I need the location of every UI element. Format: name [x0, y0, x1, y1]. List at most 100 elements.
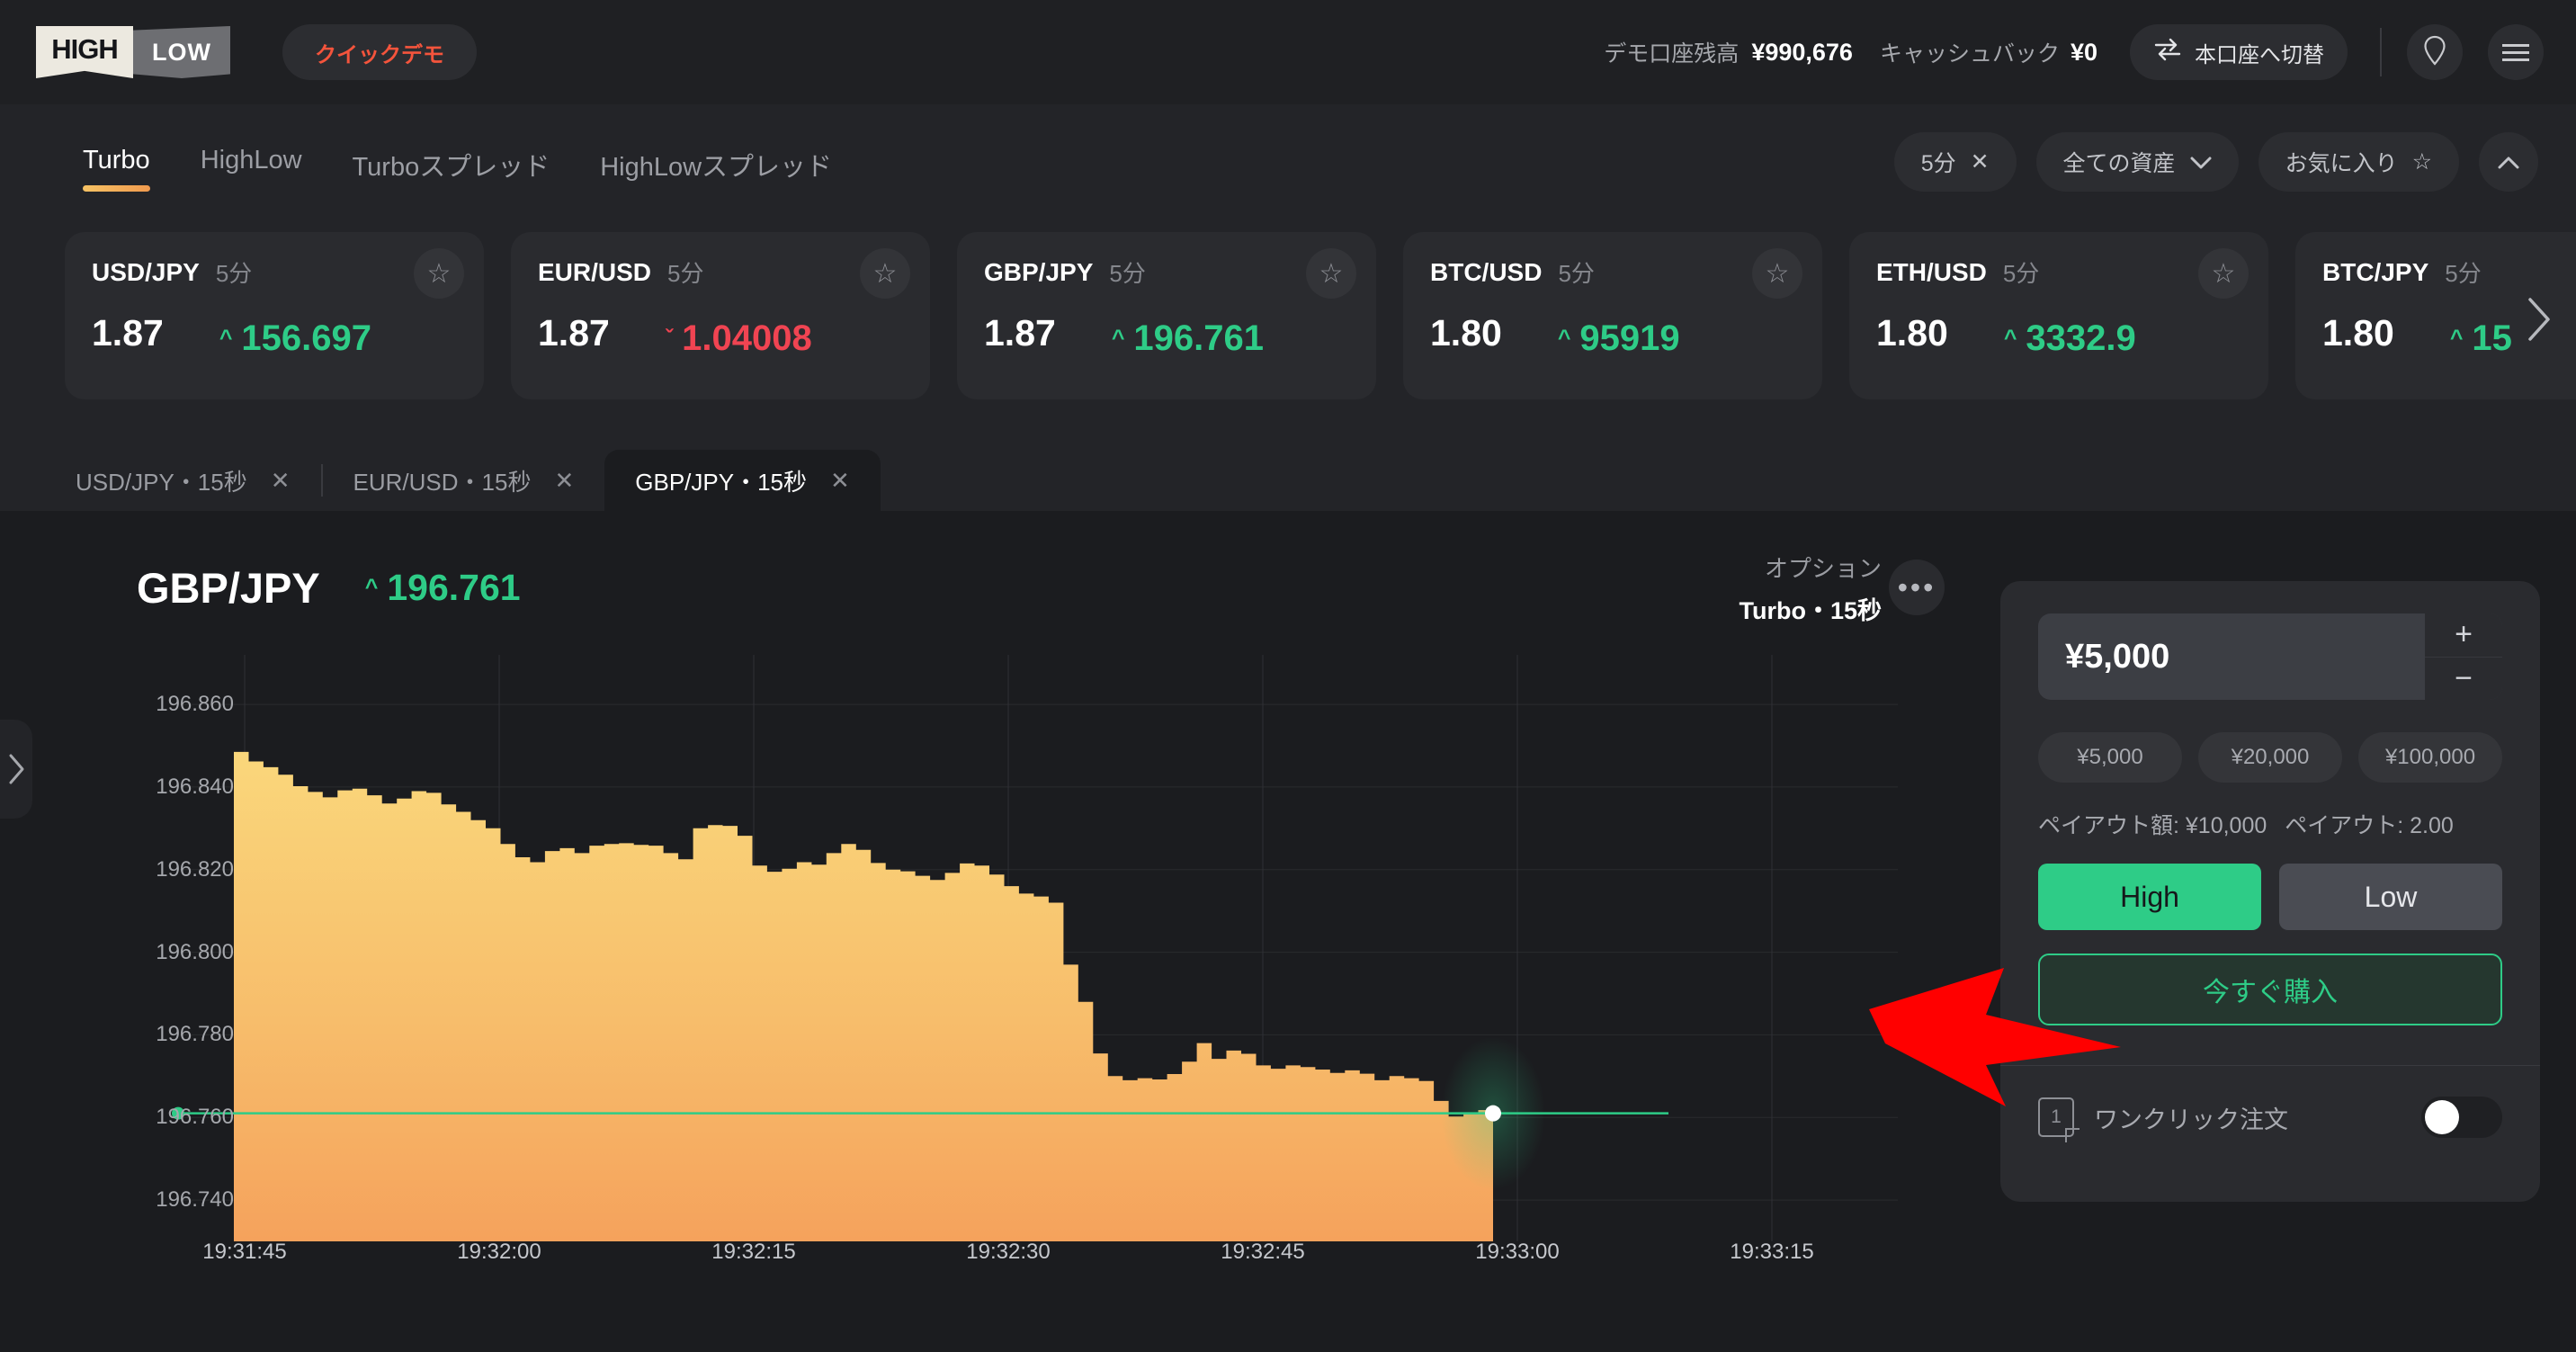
highlow-logo: HIGH LOW — [36, 26, 230, 78]
close-icon[interactable]: ✕ — [271, 467, 291, 495]
asset-name: ETH/USD — [1876, 257, 1987, 286]
asset-price-value: 3332.9 — [2026, 318, 2136, 358]
x-axis-tick: 19:33:15 — [1730, 1240, 1814, 1264]
asset-price: ^ 156.697 — [219, 318, 371, 359]
chart-options-menu-button[interactable]: ••• — [1889, 560, 1945, 615]
low-button[interactable]: Low — [2279, 864, 2502, 930]
price-chart: 196.860 196.840 196.820 196.800 196.780 196.7… — [0, 655, 1898, 1330]
asset-filter-dropdown[interactable]: 全ての資産 — [2035, 132, 2239, 192]
switch-account-button[interactable]: 本口座へ切替 — [2130, 24, 2348, 80]
asset-card-header: BTC/USD 5分 — [1430, 255, 1795, 289]
favorite-star-icon[interactable]: ☆ — [414, 248, 464, 299]
quick-amount-20000[interactable]: ¥20,000 — [2198, 732, 2342, 783]
trade-panel: ¥5,000 + − ¥5,000 ¥20,000 ¥100,000 ペイアウト… — [2000, 581, 2540, 1202]
notification-button[interactable] — [2407, 24, 2463, 80]
swap-icon — [2153, 37, 2182, 68]
one-click-order-toggle[interactable] — [2421, 1097, 2502, 1138]
x-axis-tick: 19:31:45 — [202, 1240, 287, 1264]
panel-divider — [2000, 1065, 2540, 1066]
trend-down-icon: ˇ — [665, 326, 674, 351]
asset-name: EUR/USD — [538, 257, 652, 286]
asset-card[interactable]: EUR/USD 5分 ☆ 1.87 ˇ 1.04008 — [511, 232, 930, 399]
asset-card-body: 1.87 ^ 196.761 — [984, 312, 1349, 359]
y-axis-tick: 196.860 — [156, 692, 234, 717]
favorite-star-icon[interactable]: ☆ — [860, 248, 910, 299]
duration-filter-chip[interactable]: 5分 ✕ — [1893, 132, 2017, 192]
close-icon[interactable]: ✕ — [1971, 148, 1990, 175]
asset-card[interactable]: GBP/JPY 5分 ☆ 1.87 ^ 196.761 — [957, 232, 1376, 399]
switch-account-label: 本口座へ切替 — [2195, 42, 2324, 67]
x-axis-tick: 19:32:45 — [1221, 1240, 1305, 1264]
asset-payout-multiplier: 1.87 — [92, 312, 164, 354]
demo-balance-value: ¥990,676 — [1751, 38, 1853, 66]
amount-decrement-button[interactable]: − — [2425, 657, 2502, 700]
y-axis-tick: 196.840 — [156, 774, 234, 799]
favorite-star-icon[interactable]: ☆ — [2198, 248, 2249, 299]
asset-card-list: USD/JPY 5分 ☆ 1.87 ^ 156.697 EUR/USD 5分 ☆… — [0, 232, 2576, 408]
product-nav-bar: Turbo HighLow Turboスプレッド HighLowスプレッド 5分… — [0, 104, 2576, 219]
asset-duration: 5分 — [1109, 260, 1146, 287]
assets-next-button[interactable] — [2518, 270, 2560, 369]
cashback-label: キャッシュバック — [1879, 41, 2060, 67]
asset-card-header: ETH/USD 5分 — [1876, 255, 2241, 289]
option-info: オプション Turbo・15秒 — [1739, 551, 1882, 626]
high-button[interactable]: High — [2038, 864, 2261, 930]
asset-card[interactable]: ETH/USD 5分 ☆ 1.80 ^ 3332.9 — [1849, 232, 2268, 399]
ellipsis-icon: ••• — [1897, 570, 1936, 604]
amount-input-wrapper[interactable]: ¥5,000 + − — [2038, 613, 2502, 700]
amount-input-value[interactable]: ¥5,000 — [2038, 638, 2169, 676]
asset-duration: 5分 — [215, 260, 253, 287]
asset-card[interactable]: USD/JPY 5分 ☆ 1.87 ^ 156.697 — [65, 232, 484, 399]
close-icon[interactable]: ✕ — [830, 467, 850, 495]
tab-turbo-spread[interactable]: Turboスプレッド — [353, 146, 550, 209]
collapse-assets-button[interactable] — [2479, 132, 2538, 192]
favorites-filter-chip[interactable]: お気に入り ☆ — [2258, 132, 2459, 192]
y-axis-tick: 196.820 — [156, 856, 234, 882]
asset-card-body: 1.80 ^ 95919 — [1430, 312, 1795, 359]
tab-turbo[interactable]: Turbo — [83, 146, 150, 201]
close-icon[interactable]: ✕ — [554, 467, 574, 495]
favorite-star-icon[interactable]: ☆ — [1306, 248, 1356, 299]
buy-now-button[interactable]: 今すぐ購入 — [2038, 954, 2502, 1025]
x-axis-labels: 19:31:45 19:32:00 19:32:15 19:32:30 19:32:45… — [0, 1240, 1898, 1276]
asset-payout-multiplier: 1.80 — [1876, 312, 1948, 354]
tab-highlow-spread[interactable]: HighLowスプレッド — [600, 146, 832, 209]
chevron-up-icon — [2498, 149, 2519, 175]
chart-tab-eurusd[interactable]: EUR/USD・15秒 ✕ — [323, 450, 605, 511]
menu-button[interactable] — [2488, 24, 2544, 80]
location-pin-icon — [2423, 35, 2446, 70]
expand-sidebar-button[interactable] — [0, 720, 32, 819]
cashback-value: ¥0 — [2070, 38, 2097, 66]
asset-payout-multiplier: 1.87 — [538, 312, 610, 354]
asset-payout-multiplier: 1.80 — [1430, 312, 1502, 354]
quick-amount-5000[interactable]: ¥5,000 — [2038, 732, 2182, 783]
amount-stepper: + − — [2425, 613, 2502, 700]
asset-payout-multiplier: 1.80 — [2322, 312, 2394, 354]
logo-low-text: LOW — [133, 26, 230, 78]
asset-price: ^ 95919 — [1558, 318, 1680, 359]
asset-card[interactable]: BTC/USD 5分 ☆ 1.80 ^ 95919 — [1403, 232, 1822, 399]
favorite-star-icon[interactable]: ☆ — [1752, 248, 1802, 299]
chart-tab-usdjpy[interactable]: USD/JPY・15秒 ✕ — [45, 450, 321, 511]
app-header: HIGH LOW クイックデモ デモ口座残高 ¥990,676 キャッシュバック… — [0, 0, 2576, 104]
star-icon: ☆ — [2411, 149, 2432, 175]
trend-up-icon: ^ — [219, 326, 233, 351]
amount-increment-button[interactable]: + — [2425, 613, 2502, 658]
chart-tab-gbpjpy[interactable]: GBP/JPY・15秒 ✕ — [604, 450, 881, 511]
asset-price-value: 196.761 — [1133, 318, 1265, 358]
option-label: オプション — [1764, 555, 1882, 582]
trend-up-icon: ^ — [1111, 326, 1125, 351]
asset-duration: 5分 — [667, 260, 704, 287]
asset-card-body: 1.80 ^ 3332.9 — [1876, 312, 2241, 359]
asset-card-header: GBP/JPY 5分 — [984, 255, 1349, 289]
tab-highlow[interactable]: HighLow — [201, 146, 302, 201]
nav-filters: 5分 ✕ 全ての資産 お気に入り ☆ — [1893, 132, 2576, 192]
chevron-down-icon — [2190, 149, 2212, 175]
quick-amount-100000[interactable]: ¥100,000 — [2358, 732, 2502, 783]
payout-info: ペイアウト額: ¥10,000 ペイアウト: 2.00 — [2038, 808, 2502, 840]
quick-amount-buttons: ¥5,000 ¥20,000 ¥100,000 — [2038, 732, 2502, 783]
quick-demo-button[interactable]: クイックデモ — [282, 24, 477, 80]
asset-price: ˇ 1.04008 — [666, 318, 812, 359]
asset-card-body: 1.87 ^ 156.697 — [92, 312, 457, 359]
asset-duration: 5分 — [2445, 260, 2482, 287]
